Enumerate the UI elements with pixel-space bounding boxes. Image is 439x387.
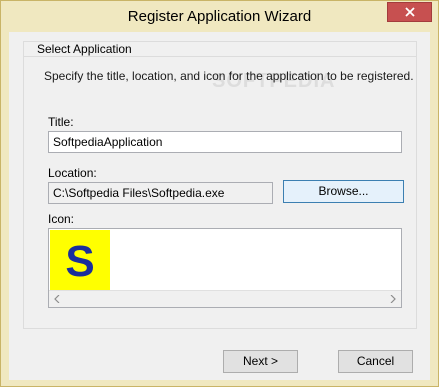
location-input[interactable] bbox=[48, 182, 273, 204]
title-bar[interactable]: Register Application Wizard bbox=[1, 1, 438, 32]
title-label: Title: bbox=[48, 115, 74, 129]
group-header-divider bbox=[24, 56, 416, 57]
icon-label: Icon: bbox=[48, 212, 75, 226]
softpedia-s-icon[interactable]: S bbox=[50, 230, 110, 290]
window-title: Register Application Wizard bbox=[127, 8, 312, 25]
group-description: Specify the title, location, and icon fo… bbox=[44, 69, 414, 83]
next-button[interactable]: Next > bbox=[223, 350, 298, 373]
client-area: Select Application SOFTPEDIA Specify the… bbox=[9, 32, 430, 380]
select-application-group: Select Application SOFTPEDIA Specify the… bbox=[23, 41, 417, 329]
icon-preview-list[interactable]: S bbox=[48, 228, 402, 308]
s-logo-glyph: S bbox=[65, 237, 94, 286]
scroll-left-icon[interactable] bbox=[54, 295, 60, 303]
close-icon bbox=[404, 7, 415, 17]
close-button[interactable] bbox=[387, 2, 432, 22]
cancel-button[interactable]: Cancel bbox=[338, 350, 413, 373]
browse-button[interactable]: Browse... bbox=[283, 180, 404, 203]
title-input[interactable] bbox=[48, 131, 402, 153]
wizard-window: Register Application Wizard Select Appli… bbox=[0, 0, 439, 387]
group-title: Select Application bbox=[34, 42, 135, 56]
location-label: Location: bbox=[48, 166, 97, 180]
scroll-right-icon[interactable] bbox=[390, 295, 396, 303]
horizontal-scrollbar[interactable] bbox=[49, 290, 401, 307]
s-logo-icon: S bbox=[50, 230, 110, 290]
